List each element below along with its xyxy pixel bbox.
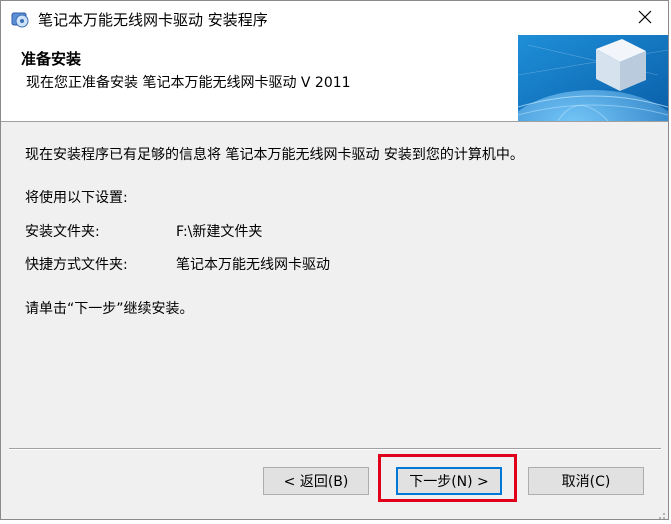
intro-text: 现在安装程序已有足够的信息将 笔记本万能无线网卡驱动 安装到您的计算机中。 — [25, 147, 524, 163]
instruction-text: 请单击“下一步”继续安装。 — [25, 301, 194, 317]
installer-icon — [10, 9, 30, 29]
button-divider — [9, 448, 661, 450]
shortcut-folder-label: 快捷方式文件夹: — [25, 257, 128, 273]
cancel-button[interactable]: 取消(C) — [528, 467, 644, 495]
settings-heading: 将使用以下设置: — [25, 190, 128, 206]
next-button[interactable]: 下一步(N) > — [396, 467, 502, 495]
title-bar: 笔记本万能无线网卡驱动 安装程序 — [1, 1, 668, 35]
globe-cube-graphic — [498, 35, 671, 200]
header-panel: 准备安装 现在您正准备安装 笔记本万能无线网卡驱动 V 2011 — [1, 35, 671, 200]
close-button[interactable] — [622, 1, 668, 35]
page-title: 准备安装 — [21, 50, 82, 68]
install-folder-value: F:\新建文件夹 — [176, 224, 263, 240]
back-button[interactable]: < 返回(B) — [263, 467, 369, 495]
installer-window: 笔记本万能无线网卡驱动 安装程序 准备安装 现在您正准备安装 笔记本万能无线网卡… — [0, 0, 671, 520]
resize-grip-icon[interactable] — [654, 505, 666, 519]
page-subtitle: 现在您正准备安装 笔记本万能无线网卡驱动 V 2011 — [26, 75, 351, 91]
close-icon — [638, 9, 652, 28]
window-title: 笔记本万能无线网卡驱动 安装程序 — [38, 11, 268, 29]
shortcut-folder-value: 笔记本万能无线网卡驱动 — [176, 257, 330, 273]
install-folder-label: 安装文件夹: — [25, 224, 100, 240]
